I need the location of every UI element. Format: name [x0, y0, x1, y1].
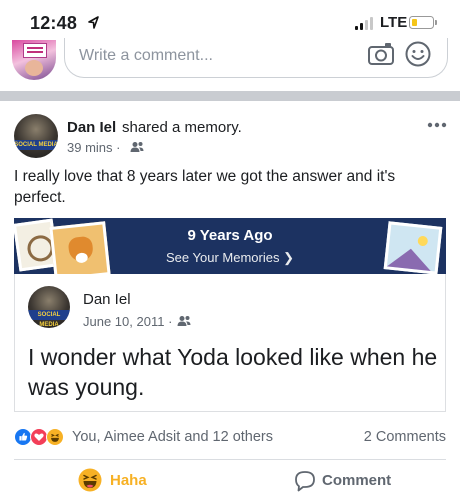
- friends-icon: [130, 142, 144, 152]
- reaction-summary-text[interactable]: You, Aimee Adsit and 12 others: [72, 429, 273, 445]
- comment-composer: Write a comment...: [0, 38, 460, 88]
- more-options-icon[interactable]: [427, 120, 447, 130]
- section-divider: [0, 91, 460, 101]
- haha-icon: [78, 468, 102, 492]
- post-text: I really love that 8 years later we got …: [14, 168, 396, 206]
- memory-title: 9 Years Ago: [187, 227, 273, 244]
- comment-placeholder: Write a comment...: [79, 47, 213, 64]
- comments-count[interactable]: 2 Comments: [364, 429, 446, 445]
- network-type: LTE: [380, 14, 408, 31]
- memory-banner[interactable]: 9 Years Ago See Your Memories ❯: [14, 218, 446, 274]
- camera-icon[interactable]: [367, 42, 395, 66]
- signal-icon: [355, 17, 375, 30]
- post-header: SOCIAL MEDIA Dan Iel shared a memory. 39…: [0, 108, 460, 164]
- comment-label: Comment: [322, 472, 392, 489]
- post-timestamp[interactable]: 39 mins ·: [67, 140, 120, 155]
- haha-button[interactable]: Haha: [78, 468, 188, 494]
- shared-date-text: June 10, 2011: [83, 314, 165, 329]
- reaction-icons: [14, 428, 70, 446]
- haha-label: Haha: [110, 472, 147, 489]
- shared-author-avatar[interactable]: SOCIAL MEDIA: [28, 286, 70, 328]
- actions-divider: [14, 459, 446, 460]
- user-avatar: [12, 40, 56, 80]
- friends-icon: [177, 316, 191, 326]
- see-memories-link[interactable]: See Your Memories ❯: [14, 250, 446, 266]
- haha-icon: [46, 428, 64, 446]
- comment-button[interactable]: Comment: [294, 468, 414, 494]
- shared-post-text: I wonder what Yoda looked like when he w…: [28, 344, 438, 400]
- comment-input[interactable]: Write a comment...: [64, 38, 448, 78]
- author-avatar[interactable]: SOCIAL MEDIA: [14, 114, 58, 158]
- post-time-text: 39 mins: [67, 140, 113, 155]
- post-action-bar: Haha Comment: [0, 462, 460, 500]
- location-arrow-icon: [88, 16, 99, 29]
- reactions-summary[interactable]: You, Aimee Adsit and 12 others 2 Comment…: [0, 424, 460, 452]
- post-action-text: shared a memory.: [122, 119, 242, 136]
- shared-date[interactable]: June 10, 2011 ·: [83, 314, 172, 329]
- shared-author[interactable]: Dan Iel: [83, 291, 131, 308]
- comment-icon: [295, 471, 315, 492]
- status-time: 12:48: [30, 13, 78, 33]
- shared-post-card[interactable]: SOCIAL MEDIA Dan Iel June 10, 2011 · I w…: [14, 274, 446, 412]
- battery-icon: [409, 16, 437, 29]
- smile-icon[interactable]: [405, 41, 431, 67]
- post-author[interactable]: Dan Iel: [67, 119, 116, 136]
